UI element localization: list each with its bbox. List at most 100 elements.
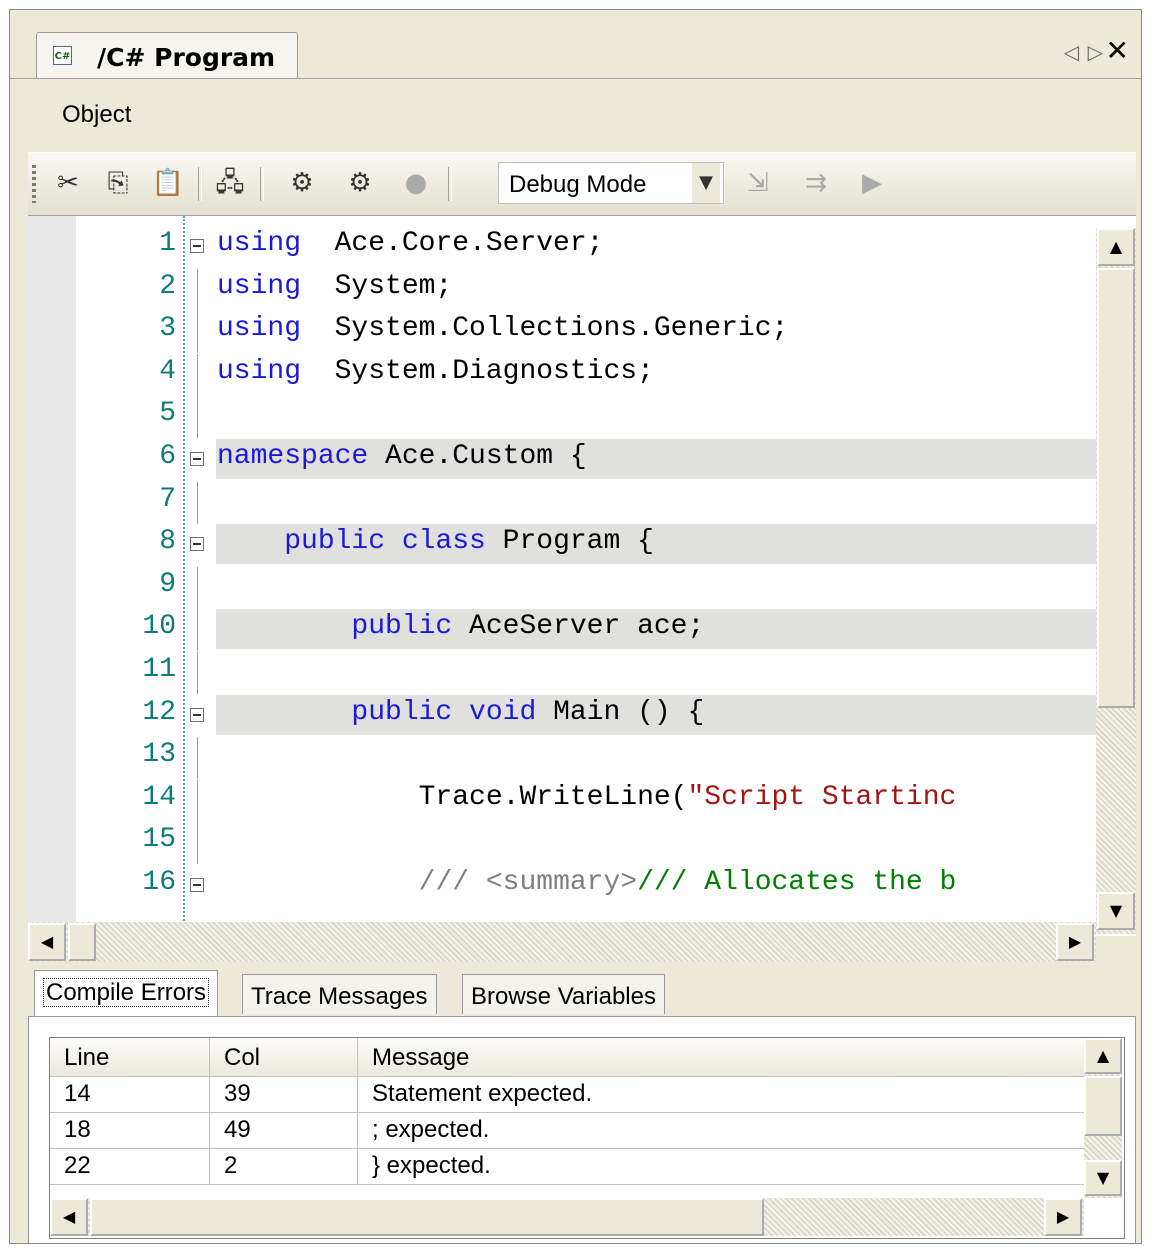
code-token: namespace xyxy=(217,441,369,472)
table-row[interactable]: 22 2} expected. xyxy=(50,1148,1084,1185)
code-line[interactable]: 13 xyxy=(28,737,1118,780)
play-icon[interactable]: ▶ xyxy=(854,165,890,201)
step-over-icon[interactable]: ⇉ xyxy=(798,165,834,201)
code-line[interactable]: 15 xyxy=(28,822,1118,865)
errors-vertical-scrollbar[interactable]: ▲ ▼ xyxy=(1084,1038,1122,1198)
fold-guide xyxy=(197,737,198,780)
menu-item-object[interactable]: Object xyxy=(62,101,131,129)
errors-hscroll-thumb[interactable] xyxy=(90,1198,764,1236)
deploy-icon[interactable]: 🖧 xyxy=(212,165,248,201)
scroll-left-icon[interactable]: ◀ xyxy=(28,923,66,961)
stop-icon[interactable]: ● xyxy=(398,165,434,201)
code-line[interactable]: 1 using Ace.Core.Server; xyxy=(28,226,1118,268)
code-editor[interactable]: 1 using Ace.Core.Server; 2 using System; 3 us… xyxy=(28,215,1136,936)
table-row[interactable]: 18 49 ; expected. xyxy=(50,1112,1084,1149)
tab-next-icon[interactable]: ▷ xyxy=(1088,40,1103,64)
collapse-icon[interactable] xyxy=(190,452,204,466)
code-token: using xyxy=(217,355,302,387)
toolbar-separator xyxy=(448,167,452,201)
error-line-cell: 14 xyxy=(50,1076,210,1112)
code-token: /// Allocates the b xyxy=(637,867,957,898)
paste-icon[interactable]: 📋 xyxy=(150,165,186,201)
code-line[interactable]: 16 /// <summary>/// Allocates the b xyxy=(28,865,1118,907)
collapse-icon[interactable] xyxy=(190,707,204,722)
errors-horizontal-scrollbar[interactable]: ◀ ▶ xyxy=(50,1198,1084,1236)
copy-icon[interactable]: ⎘ xyxy=(100,165,136,201)
code-line[interactable]: 5 xyxy=(28,396,1118,439)
code-text: using Ace.Core.Server; xyxy=(217,228,603,259)
fold-guide xyxy=(197,652,198,694)
cut-icon[interactable]: ✂ xyxy=(50,165,86,201)
line-number: 9 xyxy=(159,568,176,600)
code-token: "Script Startinc xyxy=(687,781,957,813)
line-number: 14 xyxy=(142,781,176,813)
run-icon[interactable]: ⚙ xyxy=(342,165,378,201)
code-line[interactable]: 14 Trace.WriteLine("Script Startinc xyxy=(28,779,1118,822)
tab-compile-errors[interactable]: Compile Errors xyxy=(34,970,219,1018)
fold-guide xyxy=(197,353,198,396)
collapse-icon[interactable] xyxy=(190,878,204,892)
code-line[interactable]: 8 public class Program { xyxy=(28,524,1118,566)
step-into-icon[interactable]: ⇲ xyxy=(740,165,776,201)
mode-select[interactable]: Debug Mode xyxy=(498,162,724,204)
code-token: Ace.Custom { xyxy=(368,441,587,472)
scroll-up-icon[interactable]: ▲ xyxy=(1084,1038,1122,1074)
code-token: Ace.Core.Server; xyxy=(301,228,604,259)
close-icon[interactable]: ✕ xyxy=(1106,34,1129,67)
code-text: public void Main () { xyxy=(217,697,704,728)
line-number: 16 xyxy=(142,867,176,898)
errors-vscroll-thumb[interactable] xyxy=(1084,1076,1122,1136)
code-line[interactable]: 10 public AceServer ace; xyxy=(28,609,1118,652)
line-number: 3 xyxy=(159,313,176,345)
editor-vscroll-thumb[interactable] xyxy=(1097,268,1135,708)
code-line[interactable]: 11 xyxy=(28,652,1118,694)
document-tab-strip: C# /C# Program ◁ ▷ ✕ xyxy=(10,10,1141,79)
scroll-right-icon[interactable]: ▶ xyxy=(1056,923,1094,961)
code-line[interactable]: 2 using System; xyxy=(28,268,1118,311)
line-number: 15 xyxy=(142,824,176,856)
code-token: System.Diagnostics; xyxy=(301,355,654,387)
tab-browse-variables[interactable]: Browse Variables xyxy=(462,974,665,1014)
code-line[interactable]: 12 public void Main () { xyxy=(28,694,1118,737)
compile-errors-panel: Line Col Message 14 39 Statement expected.… xyxy=(28,1016,1136,1243)
editor-horizontal-scrollbar[interactable]: ◀ ▶ xyxy=(28,922,1096,962)
column-header-message[interactable]: Message xyxy=(358,1038,1084,1076)
code-token: System; xyxy=(301,270,453,302)
scroll-down-icon[interactable]: ▼ xyxy=(1084,1160,1122,1196)
tab-trace-messages[interactable]: Trace Messages xyxy=(242,974,437,1014)
collapse-icon[interactable] xyxy=(190,537,204,552)
tab-prev-icon[interactable]: ◁ xyxy=(1064,40,1079,64)
code-line[interactable]: 3 using System.Collections.Generic; xyxy=(28,311,1118,354)
line-number: 5 xyxy=(159,398,176,430)
scroll-down-icon[interactable]: ▼ xyxy=(1097,892,1135,930)
fold-guide xyxy=(197,822,198,865)
line-number: 1 xyxy=(159,228,176,259)
table-row[interactable]: 14 39 Statement expected. xyxy=(50,1076,1084,1113)
column-header-col[interactable]: Col xyxy=(210,1038,358,1076)
code-token: System.Collections.Generic; xyxy=(301,313,789,345)
column-header-line[interactable]: Line xyxy=(50,1038,210,1076)
error-col-cell: 2 xyxy=(210,1148,358,1184)
code-line[interactable]: 7 xyxy=(28,481,1118,524)
code-text: /// <summary>/// Allocates the b xyxy=(217,867,957,898)
error-col-cell: 49 xyxy=(210,1112,358,1148)
toolbar-separator xyxy=(198,167,202,201)
fold-guide xyxy=(197,609,198,652)
chevron-down-icon[interactable]: ▼ xyxy=(692,163,720,203)
toolbar-grip[interactable] xyxy=(32,165,36,203)
scroll-up-icon[interactable]: ▲ xyxy=(1097,228,1135,266)
code-text: using System; xyxy=(217,271,452,302)
code-line[interactable]: 4 using System.Diagnostics; xyxy=(28,353,1118,396)
document-tab[interactable]: C# /C# Program xyxy=(36,32,298,78)
line-number: 6 xyxy=(159,441,176,472)
code-line[interactable]: 6 namespace Ace.Custom { xyxy=(28,439,1118,481)
collapse-icon[interactable] xyxy=(190,239,204,253)
compile-icon[interactable]: ⚙ xyxy=(284,165,320,201)
code-token: using xyxy=(217,313,302,345)
editor-hscroll-thumb[interactable] xyxy=(68,923,96,961)
editor-vertical-scrollbar[interactable]: ▲ ▼ xyxy=(1096,228,1136,934)
code-line[interactable]: 9 xyxy=(28,566,1118,609)
scroll-right-icon[interactable]: ▶ xyxy=(1044,1198,1082,1236)
scroll-left-icon[interactable]: ◀ xyxy=(50,1198,88,1236)
